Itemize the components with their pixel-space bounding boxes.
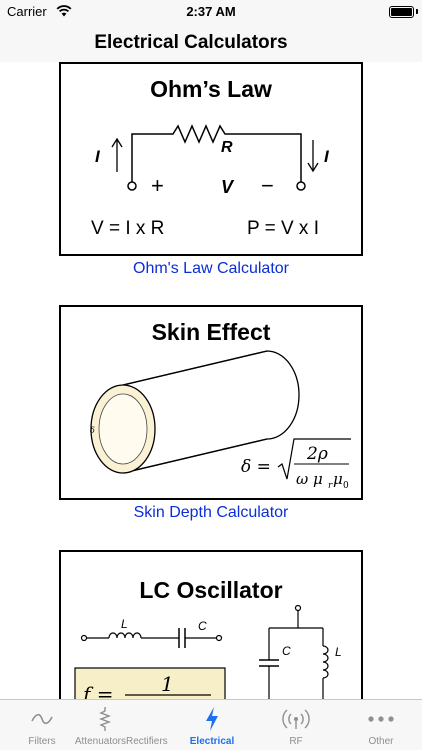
lc-tank-c-label: C	[282, 644, 291, 658]
ohms-law-title: Ohm’s Law	[150, 76, 272, 102]
ellipsis-icon	[368, 706, 394, 732]
tab-attenuators-label: Attenuators	[74, 736, 126, 747]
lc-oscillator-diagram: LC Oscillator L C C L f = 1	[74, 577, 342, 699]
skin-formula-lhs: δ =	[241, 457, 271, 477]
tab-electrical[interactable]: Electrical	[172, 700, 252, 750]
ohms-law-diagram: Ohm’s Law I I R + V − V = I x R P = V x …	[91, 76, 330, 239]
page-title: Electrical Calculators	[94, 32, 288, 53]
voltage-label: V	[221, 177, 235, 197]
lc-series-c-label: C	[198, 619, 207, 633]
tab-other[interactable]: Other	[340, 700, 422, 750]
skin-formula-sub-0: 0	[343, 481, 349, 491]
lightning-icon	[204, 706, 220, 732]
plus-label: +	[151, 173, 164, 198]
ohms-formula-left: V = I x R	[91, 218, 164, 239]
skin-formula-denominator: ω μ	[296, 470, 323, 488]
battery-icon	[389, 6, 414, 18]
lc-oscillator-image[interactable]: LC Oscillator L C C L f = 1	[59, 550, 363, 699]
skin-effect-title: Skin Effect	[152, 319, 271, 345]
tab-rf-label: RF	[289, 736, 303, 747]
tab-bar: Filters Attenuators Rectifiers Electrica…	[0, 699, 422, 750]
calculator-list[interactable]: Ohm’s Law I I R + V − V = I x R P = V x …	[0, 62, 422, 699]
skin-formula-mu0: μ	[333, 470, 343, 488]
resistor-icon	[84, 706, 126, 732]
status-time: 2:37 AM	[186, 4, 236, 19]
current-left-label: I	[95, 147, 101, 166]
tab-filters-label: Filters	[28, 736, 56, 747]
minus-label: −	[261, 173, 274, 198]
resistor-label: R	[221, 139, 233, 156]
lc-series-l-label: L	[121, 617, 128, 631]
status-bar: Carrier 2:37 AM	[0, 0, 422, 24]
skin-depth-calculator-link[interactable]: Skin Depth Calculator	[0, 504, 422, 522]
skin-effect-diagram: Skin Effect δ δ = 2ρ ω μ r μ 0	[90, 319, 351, 491]
skin-formula-numerator: 2ρ	[306, 444, 328, 464]
battery-tip	[416, 9, 418, 14]
current-right-label: I	[324, 147, 330, 166]
ohms-law-image[interactable]: Ohm’s Law I I R + V − V = I x R P = V x …	[59, 62, 363, 256]
skin-effect-image[interactable]: Skin Effect δ δ = 2ρ ω μ r μ 0	[59, 305, 363, 500]
ohms-law-calculator-link[interactable]: Ohm's Law Calculator	[0, 260, 422, 278]
lc-formula-numerator: 1	[161, 672, 174, 696]
tab-other-label: Other	[368, 736, 394, 747]
tab-filters[interactable]: Filters	[0, 700, 84, 750]
lc-formula-f: f =	[81, 682, 114, 699]
lc-oscillator-title: LC Oscillator	[139, 577, 282, 603]
tab-electrical-label: Electrical	[189, 736, 235, 747]
tab-rf[interactable]: RF	[252, 700, 340, 750]
ohms-formula-right: P = V x I	[247, 218, 319, 239]
antenna-icon	[282, 706, 310, 732]
wave-icon	[30, 706, 54, 732]
tab-rectifiers-label: Rectifiers	[126, 736, 168, 747]
tab-rectifiers[interactable]: Rectifiers	[126, 700, 172, 750]
tab-attenuators[interactable]: Attenuators	[75, 700, 126, 750]
skin-delta-label: δ	[90, 426, 95, 435]
navigation-bar: Electrical Calculators	[0, 24, 422, 62]
lc-tank-l-label: L	[335, 645, 342, 659]
